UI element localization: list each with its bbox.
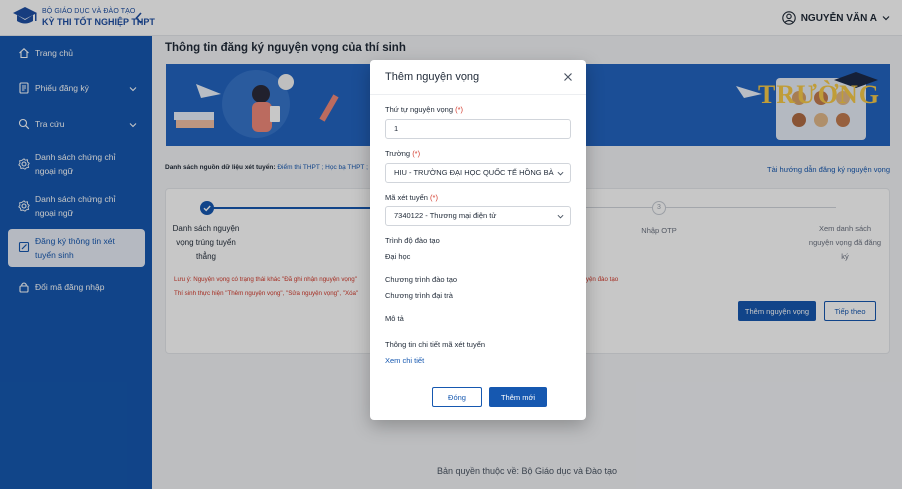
order-label-text: Thứ tự nguyện vọng [385, 105, 453, 114]
school-label-text: Trường [385, 149, 411, 158]
chevron-down-icon [557, 171, 564, 176]
program-value: Chương trình đại trà [385, 291, 453, 300]
close-button[interactable]: Đóng [432, 387, 482, 407]
school-select[interactable]: HIU - TRƯỜNG ĐẠI HỌC QUỐC TẾ HỒNG BÀNG [385, 163, 571, 183]
code-value: 7340122 - Thương mại điện tử [394, 211, 497, 220]
required-mark: (*) [455, 105, 464, 114]
level-label: Trình độ đào tạo [385, 236, 440, 245]
program-label: Chương trình đào tạo [385, 275, 458, 284]
order-label: Thứ tự nguyện vọng (*) [385, 105, 463, 114]
code-label-text: Mã xét tuyển [385, 193, 428, 202]
add-wish-modal: Thêm nguyện vọng Thứ tự nguyện vọng (*) … [370, 60, 586, 420]
detail-label: Thông tin chi tiết mã xét tuyển [385, 340, 486, 349]
level-value: Đại học [385, 252, 411, 261]
school-label: Trường (*) [385, 149, 420, 158]
order-input[interactable]: 1 [385, 119, 571, 139]
order-value: 1 [394, 124, 399, 133]
modal-divider [370, 94, 586, 95]
required-mark: (*) [412, 149, 421, 158]
required-mark: (*) [430, 193, 438, 202]
modal-title: Thêm nguyện vọng [385, 71, 480, 83]
code-label: Mã xét tuyển (*) [385, 193, 438, 202]
chevron-down-icon [557, 214, 564, 219]
description-label: Mô tả [385, 314, 404, 323]
school-value: HIU - TRƯỜNG ĐẠI HỌC QUỐC TẾ HỒNG BÀNG [394, 168, 554, 177]
view-detail-link[interactable]: Xem chi tiết [385, 356, 424, 365]
code-select[interactable]: 7340122 - Thương mại điện tử [385, 206, 571, 226]
close-icon[interactable] [562, 71, 574, 83]
add-new-button[interactable]: Thêm mới [489, 387, 547, 407]
